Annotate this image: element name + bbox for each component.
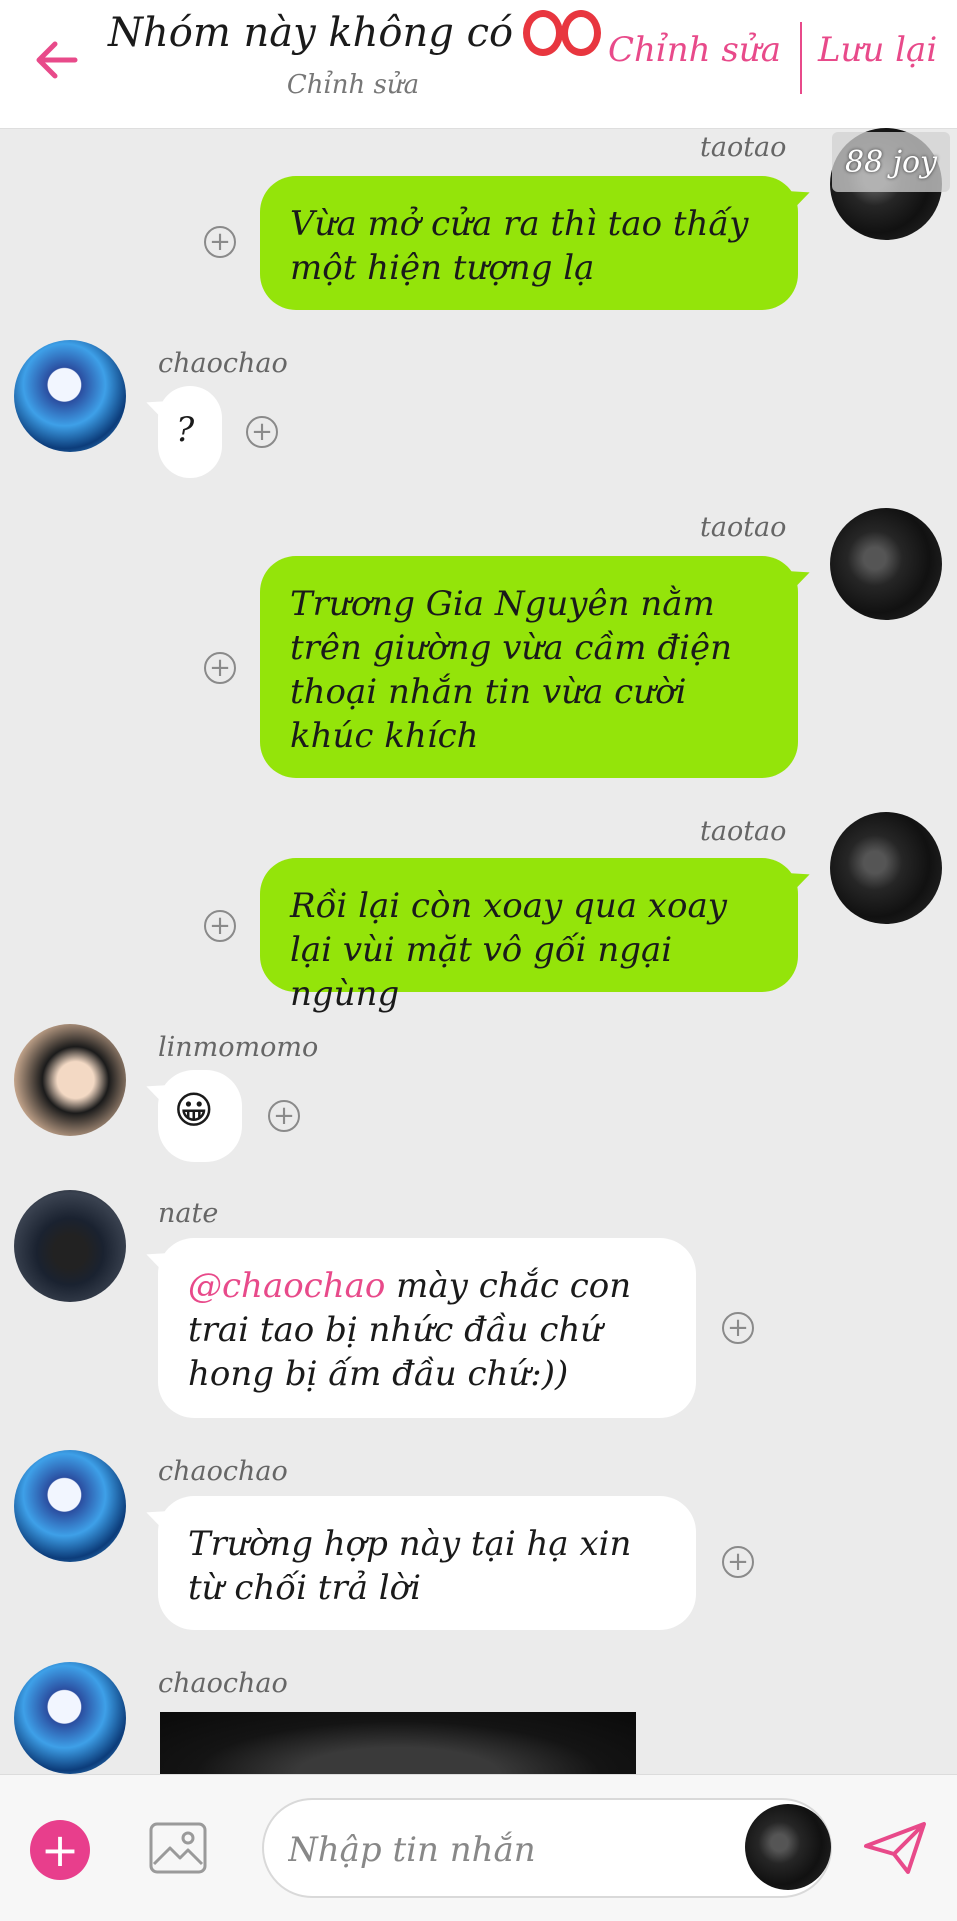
avatar[interactable] <box>745 1804 831 1890</box>
chat-subtitle[interactable]: Chỉnh sửa <box>108 70 598 100</box>
plus-circle-icon[interactable]: + <box>204 652 236 684</box>
image-icon <box>149 1822 207 1874</box>
sender-name: taotao <box>700 132 787 163</box>
plus-circle-icon[interactable]: + <box>246 416 278 448</box>
grinning-face-emoji: 😀 <box>174 1088 214 1132</box>
sender-name: taotao <box>700 816 787 847</box>
avatar[interactable] <box>14 1024 126 1136</box>
save-button[interactable]: Lưu lại <box>818 30 937 70</box>
arrow-left-icon <box>36 41 78 79</box>
plus-circle-icon[interactable]: + <box>268 1100 300 1132</box>
plus-circle-icon[interactable]: + <box>204 226 236 258</box>
plus-circle-icon[interactable]: + <box>722 1312 754 1344</box>
message-bubble[interactable]: ? <box>158 386 222 478</box>
plus-circle-icon[interactable]: + <box>722 1546 754 1578</box>
send-button[interactable] <box>862 1818 930 1878</box>
message-bubble[interactable]: @chaochao mày chắc con trai tao bị nhức … <box>158 1238 696 1418</box>
edit-button[interactable]: Chỉnh sửa <box>608 30 781 70</box>
avatar[interactable] <box>830 812 942 924</box>
header-divider <box>800 22 802 94</box>
avatar[interactable] <box>14 340 126 452</box>
message-bubble[interactable]: Trường hợp này tại hạ xin từ chối trả lờ… <box>158 1496 696 1630</box>
back-button[interactable] <box>24 28 88 92</box>
image-button[interactable] <box>148 1818 208 1878</box>
message-input[interactable] <box>286 1820 750 1880</box>
avatar[interactable] <box>830 508 942 620</box>
avatar[interactable] <box>14 1662 126 1774</box>
sender-name: nate <box>158 1198 219 1229</box>
avatar-badge: 88 joy <box>832 132 950 192</box>
message-bubble[interactable]: Rồi lại còn xoay qua xoay lại vùi mặt vô… <box>260 858 798 1014</box>
sender-name: chaochao <box>158 1668 288 1699</box>
plus-circle-icon[interactable]: + <box>204 910 236 942</box>
add-button[interactable]: + <box>30 1820 90 1880</box>
avatar[interactable] <box>14 1190 126 1302</box>
message-bubble[interactable]: Trương Gia Nguyên nằm trên giường vừa cầ… <box>260 556 798 778</box>
plus-icon: + <box>40 1823 80 1877</box>
chat-title-text: Nhóm này không có <box>108 10 514 56</box>
sender-name: taotao <box>700 512 787 543</box>
mention-link[interactable]: @chaochao <box>188 1266 385 1306</box>
sender-name: chaochao <box>158 1456 288 1487</box>
message-bubble[interactable]: Vừa mở cửa ra thì tao thấy một hiện tượn… <box>260 176 798 310</box>
chat-title: Nhóm này không có <box>108 10 602 56</box>
avatar[interactable] <box>14 1450 126 1562</box>
chat-header: Nhóm này không có Chỉnh sửa Chỉnh sửa Lư… <box>0 0 957 129</box>
message-bubble[interactable]: 😀 <box>158 1070 242 1162</box>
image-message[interactable] <box>160 1712 636 1774</box>
sender-name: linmomomo <box>158 1032 319 1063</box>
rings-icon <box>523 10 602 56</box>
sender-name: chaochao <box>158 348 288 379</box>
send-icon <box>864 1822 926 1874</box>
